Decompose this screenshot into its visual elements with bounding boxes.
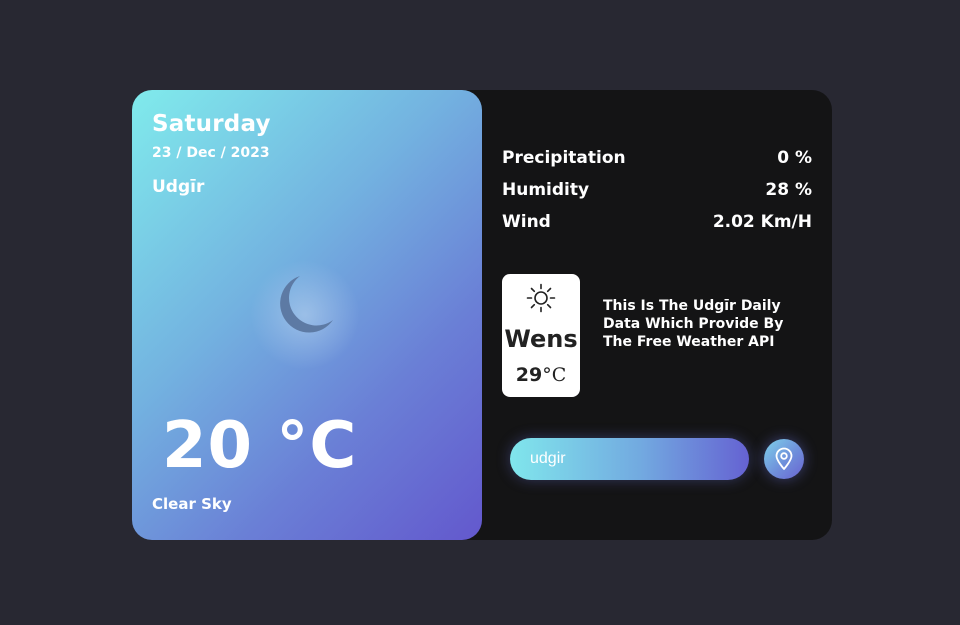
moon-icon (280, 276, 333, 333)
forecast-temp-value: 29 (515, 364, 543, 386)
weather-description: Clear Sky (152, 495, 232, 513)
stat-row-wind: Wind 2.02 Km/H (502, 211, 812, 243)
forecast-card: Wens 29°C (502, 274, 580, 397)
stat-value: 0 % (777, 148, 812, 168)
forecast-temperature: 29°C (502, 363, 580, 387)
forecast-temp-unit: °C (542, 364, 567, 386)
sun-icon (526, 283, 556, 313)
info-text: This Is The Udgīr Daily Data Which Provi… (603, 298, 784, 350)
stat-label: Wind (502, 212, 551, 232)
current-temperature: 20 °C (162, 409, 358, 483)
stat-value: 2.02 Km/H (712, 212, 812, 232)
city-name: Udgīr (152, 177, 205, 197)
stat-row-humidity: Humidity 28 % (502, 179, 812, 211)
weather-app: Saturday 23 / Dec / 2023 Udgīr 20 °C Cle… (132, 90, 832, 540)
city-search-input[interactable] (510, 438, 749, 480)
day-name: Saturday (152, 111, 271, 137)
stat-label: Humidity (502, 180, 590, 200)
stat-row-precipitation: Precipitation 0 % (502, 147, 812, 179)
location-button[interactable] (764, 439, 804, 479)
stat-label: Precipitation (502, 148, 626, 168)
current-weather-card: Saturday 23 / Dec / 2023 Udgīr 20 °C Cle… (132, 90, 482, 540)
stat-value: 28 % (765, 180, 812, 200)
location-pin-icon (775, 447, 793, 470)
date-text: 23 / Dec / 2023 (152, 145, 270, 161)
weather-stats: Precipitation 0 % Humidity 28 % Wind 2.0… (502, 147, 812, 243)
forecast-day: Wens (504, 325, 578, 353)
